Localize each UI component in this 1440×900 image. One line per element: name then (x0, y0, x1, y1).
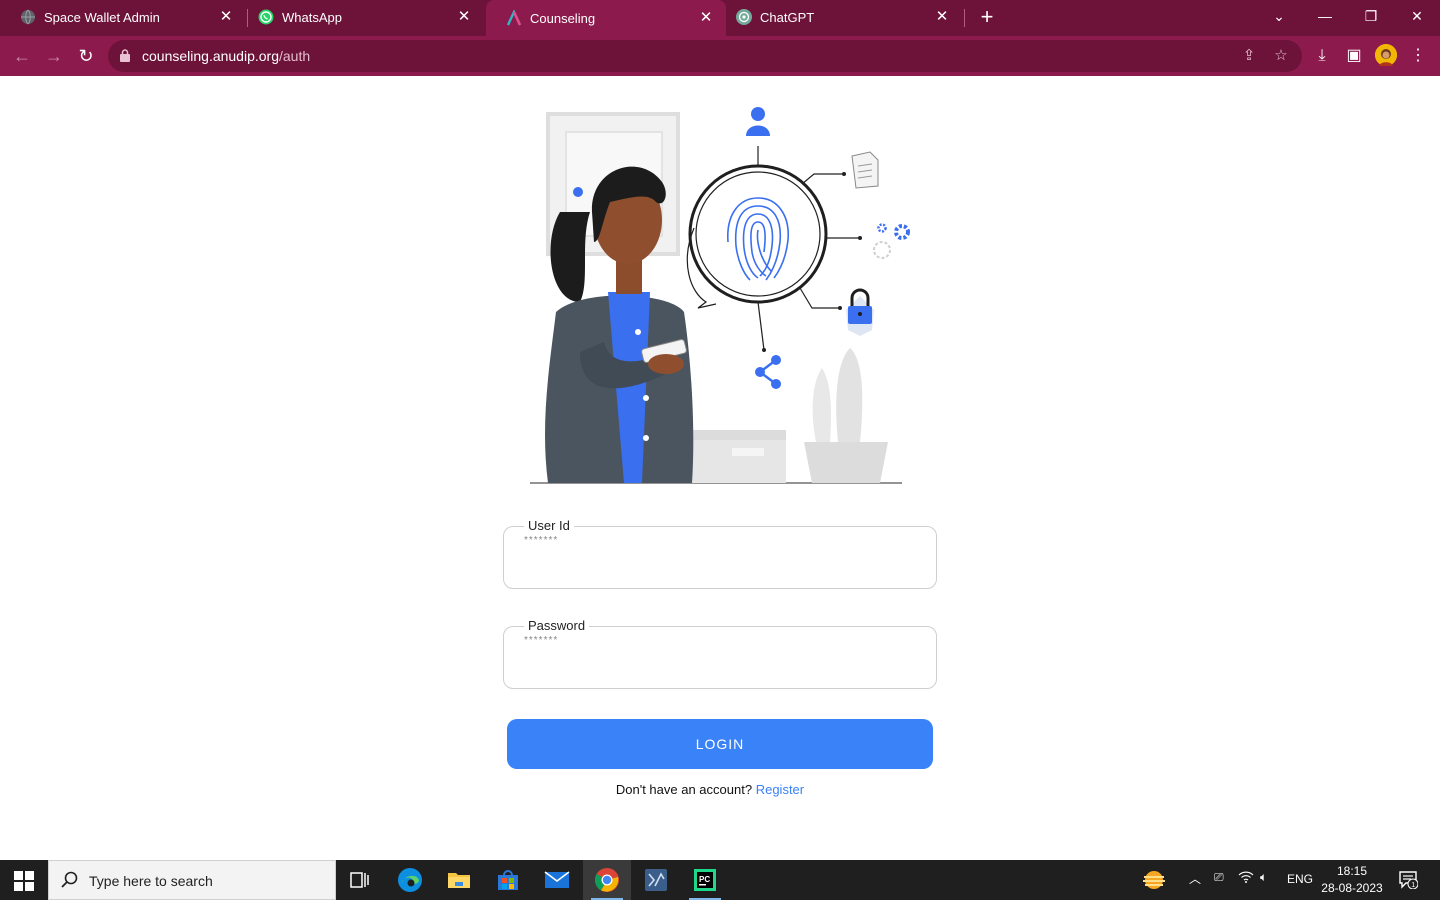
search-icon (61, 871, 78, 888)
security-illustration (530, 107, 910, 484)
file-explorer-icon[interactable] (435, 860, 483, 900)
system-clock[interactable]: 18:15 28-08-2023 (1318, 863, 1386, 897)
close-icon[interactable]: ✕ (456, 9, 472, 25)
chrome-taskbar-icon[interactable] (583, 860, 631, 900)
lock-icon[interactable] (120, 49, 130, 62)
language-indicator[interactable]: ENG (1287, 872, 1313, 886)
tab-title: ChatGPT (760, 9, 815, 25)
chatgpt-icon (736, 9, 752, 25)
notification-center-icon[interactable]: 1 (1398, 869, 1419, 892)
tab-search-chevron-icon[interactable]: ⌄ (1264, 4, 1294, 28)
auth-page: User Id Password LOGIN Don't have an acc… (0, 76, 1440, 860)
tab-title: Space Wallet Admin (44, 9, 160, 25)
close-icon[interactable]: ✕ (698, 10, 714, 26)
tab-whatsapp[interactable]: WhatsApp ✕ (238, 0, 484, 34)
password-label: Password (524, 618, 590, 633)
mysql-workbench-icon[interactable] (632, 860, 680, 900)
password-field[interactable]: Password (503, 618, 937, 689)
register-link[interactable]: Register (756, 782, 804, 797)
address-bar[interactable]: counseling.anudip.org/auth ⇪ ☆ (108, 40, 1302, 72)
tab-title: WhatsApp (282, 9, 342, 25)
close-icon[interactable]: ✕ (934, 9, 950, 25)
weather-icon[interactable] (1130, 860, 1178, 900)
reload-icon[interactable]: ↻ (74, 44, 98, 68)
avatar-face-icon (1375, 44, 1397, 66)
password-input[interactable] (524, 635, 914, 646)
search-placeholder: Type here to search (89, 873, 213, 889)
whatsapp-icon (258, 9, 274, 25)
bookmark-star-icon[interactable]: ☆ (1271, 46, 1291, 66)
windows-start-icon[interactable] (14, 871, 34, 891)
svg-text:PC: PC (699, 875, 710, 884)
tab-divider (964, 9, 965, 27)
browser-tab-strip: Space Wallet Admin ✕ WhatsApp ✕ Counseli… (0, 0, 1440, 36)
forward-arrow-icon[interactable]: → (42, 44, 66, 68)
menu-kebab-icon[interactable]: ⋮ (1406, 44, 1430, 68)
meet-camera-icon[interactable]: ⎚ (1214, 870, 1224, 885)
minimize-button[interactable]: — (1310, 4, 1340, 28)
download-icon[interactable]: ⤓ (1310, 44, 1334, 68)
url-path: /auth (279, 48, 311, 64)
microsoft-store-icon[interactable] (484, 860, 532, 900)
share-icon[interactable]: ⇪ (1239, 46, 1259, 66)
user-id-label: User Id (524, 518, 574, 533)
restore-button[interactable]: ❐ (1356, 4, 1386, 28)
register-prompt: Don't have an account? Register (0, 782, 1420, 797)
chevron-up-icon[interactable]: ︿ (1189, 870, 1201, 887)
no-account-text: Don't have an account? (615, 782, 753, 797)
clock-time: 18:15 (1336, 864, 1368, 878)
new-tab-button[interactable]: + (976, 6, 998, 28)
login-button[interactable]: LOGIN (507, 719, 933, 769)
tab-title: Counseling (530, 10, 596, 26)
notification-count: 1 (1411, 882, 1415, 889)
user-id-input[interactable] (524, 535, 914, 546)
globe-icon (21, 9, 35, 25)
tab-chatgpt[interactable]: ChatGPT ✕ (716, 0, 962, 34)
anudip-icon (506, 10, 522, 26)
side-panel-icon[interactable]: ▣ (1342, 44, 1366, 68)
taskbar-search-box[interactable]: Type here to search (48, 860, 336, 900)
task-view-icon[interactable] (336, 860, 384, 900)
back-arrow-icon[interactable]: ← (10, 44, 34, 68)
close-icon[interactable]: ✕ (218, 9, 234, 25)
windows-taskbar: Type here to search PC ︿ ⎚ 🔈︎ ENG 18:15 … (0, 860, 1440, 900)
browser-toolbar: ← → ↻ counseling.anudip.org/auth ⇪ ☆ ⤓ ▣… (0, 36, 1440, 76)
user-id-field[interactable]: User Id (503, 518, 937, 589)
close-window-button[interactable]: ✕ (1402, 4, 1432, 28)
volume-icon[interactable]: 🔈︎ (1260, 870, 1267, 885)
clock-date: 28-08-2023 (1321, 881, 1383, 895)
pycharm-icon[interactable]: PC (681, 860, 729, 900)
tab-space-wallet-admin[interactable]: Space Wallet Admin ✕ (0, 0, 246, 34)
url-text[interactable]: counseling.anudip.org/auth (142, 48, 310, 64)
url-host: counseling.anudip.org (142, 48, 279, 64)
mail-icon[interactable] (533, 860, 581, 900)
wifi-icon[interactable] (1238, 870, 1254, 887)
profile-avatar[interactable] (1375, 44, 1397, 66)
edge-browser-icon[interactable] (386, 860, 434, 900)
tab-counseling[interactable]: Counseling ✕ (486, 0, 726, 36)
